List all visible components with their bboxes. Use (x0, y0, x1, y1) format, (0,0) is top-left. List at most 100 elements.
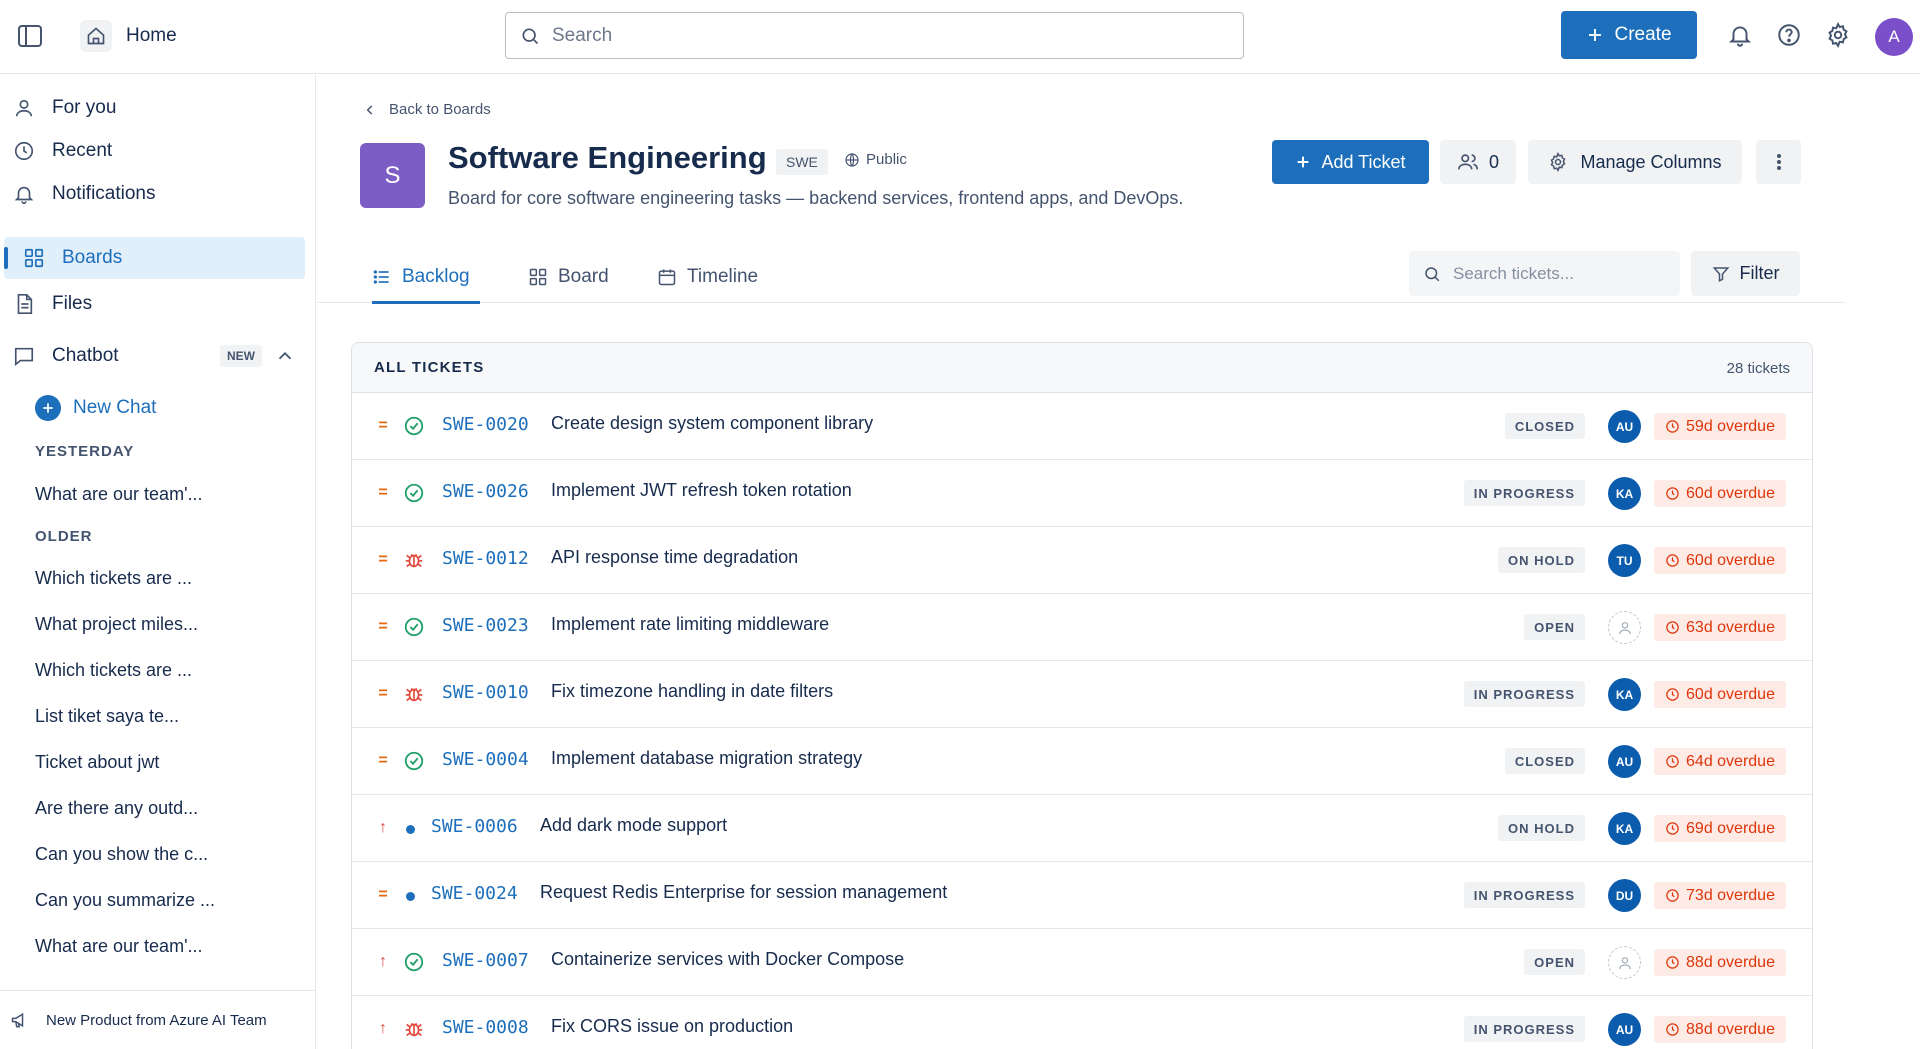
plus-icon (1589, 29, 1602, 41)
tab-timeline[interactable]: Timeline (657, 251, 758, 303)
filter-button[interactable]: Filter (1691, 251, 1800, 296)
more-options-icon[interactable] (1756, 140, 1801, 184)
sidebar-item-boards[interactable]: Boards (4, 237, 305, 279)
chat-history-item[interactable]: Ticket about jwt (35, 752, 159, 773)
unassigned-avatar-icon[interactable] (1608, 946, 1641, 979)
chat-history-item[interactable]: What are our team'... (35, 936, 203, 957)
assignee-avatar[interactable]: TU (1608, 544, 1641, 577)
status-badge[interactable]: IN PROGRESS (1463, 1016, 1585, 1042)
ticket-title[interactable]: Implement database migration strategy (551, 748, 862, 769)
search-input[interactable] (552, 24, 1202, 47)
chat-history-item[interactable]: Which tickets are ... (35, 568, 192, 589)
table-row[interactable]: = SWE-0012 API response time degradation ON… (352, 527, 1812, 594)
bell-icon (12, 182, 36, 206)
globe-icon (844, 152, 860, 168)
add-ticket-button[interactable]: Add Ticket (1272, 140, 1429, 184)
status-badge[interactable]: IN PROGRESS (1463, 882, 1585, 908)
table-row[interactable]: = SWE-0020 Create design system component … (352, 393, 1812, 460)
status-badge[interactable]: OPEN (1524, 949, 1585, 975)
status-badge[interactable]: CLOSED (1504, 413, 1585, 439)
ticket-key-link[interactable]: SWE-0024 (431, 883, 518, 904)
chat-history-item[interactable]: Which tickets are ... (35, 660, 192, 681)
ticket-search-input[interactable] (1453, 263, 1673, 284)
help-icon[interactable] (1774, 20, 1804, 50)
assignee-avatar[interactable]: AU (1608, 1013, 1641, 1046)
table-row[interactable]: ↑ SWE-0008 Fix CORS issue on production IN … (352, 996, 1812, 1049)
ticket-title[interactable]: Fix timezone handling in date filters (551, 681, 833, 702)
ticket-key-link[interactable]: SWE-0007 (442, 950, 529, 971)
ticket-title[interactable]: Containerize services with Docker Compos… (551, 949, 904, 970)
assignee-avatar[interactable]: AU (1608, 410, 1641, 443)
ticket-search[interactable] (1409, 251, 1680, 296)
chat-history-item[interactable]: Can you show the c... (35, 844, 208, 865)
tab-backlog[interactable]: Backlog (372, 251, 480, 304)
sidebar-item-recent[interactable]: Recent (12, 130, 304, 172)
board-description: Board for core software engineering task… (448, 188, 1184, 208)
members-button[interactable]: 0 (1440, 140, 1516, 184)
ticket-title[interactable]: Create design system component library (551, 413, 873, 434)
status-badge[interactable]: OPEN (1524, 614, 1585, 640)
back-to-boards-link[interactable]: Back to Boards (363, 101, 491, 118)
sidebar-toggle-icon[interactable] (16, 24, 44, 48)
table-row[interactable]: = SWE-0023 Implement rate limiting middlew… (352, 594, 1812, 661)
unassigned-avatar-icon[interactable] (1608, 611, 1641, 644)
chat-history-item[interactable]: List tiket saya te... (35, 706, 179, 727)
status-badge[interactable]: IN PROGRESS (1463, 480, 1585, 506)
table-row[interactable]: = SWE-0026 Implement JWT refresh token rot… (352, 460, 1812, 527)
table-row[interactable]: = SWE-0004 Implement database migration st… (352, 728, 1812, 795)
chevron-up-icon[interactable] (274, 345, 296, 367)
assignee-avatar[interactable]: KA (1608, 678, 1641, 711)
sidebar-item-files[interactable]: Files (12, 283, 304, 325)
chat-history-item[interactable]: Can you summarize ... (35, 890, 215, 911)
ticket-key-link[interactable]: SWE-0004 (442, 749, 529, 770)
status-badge[interactable]: ON HOLD (1498, 547, 1585, 573)
ticket-title[interactable]: Add dark mode support (540, 815, 727, 836)
clock-icon (1665, 419, 1680, 434)
board-icon (528, 267, 548, 287)
ticket-key-link[interactable]: SWE-0010 (442, 682, 529, 703)
table-row[interactable]: ↑ SWE-0006 Add dark mode support ON HOLD KA 6… (352, 795, 1812, 862)
ticket-title[interactable]: Fix CORS issue on production (551, 1016, 793, 1037)
manage-columns-button[interactable]: Manage Columns (1528, 140, 1742, 184)
ticket-key-link[interactable]: SWE-0023 (442, 615, 529, 636)
status-badge[interactable]: IN PROGRESS (1463, 681, 1585, 707)
table-row[interactable]: ↑ SWE-0007 Containerize services with Dock… (352, 929, 1812, 996)
ticket-key-link[interactable]: SWE-0026 (442, 481, 529, 502)
create-button[interactable]: Create (1561, 11, 1697, 59)
status-badge[interactable]: CLOSED (1504, 748, 1585, 774)
table-row[interactable]: = SWE-0010 Fix timezone handling in date f… (352, 661, 1812, 728)
search-icon (520, 26, 540, 46)
sidebar-item-label: Recent (52, 140, 113, 161)
home-button[interactable]: Home (80, 18, 177, 54)
table-row[interactable]: = SWE-0024 Request Redis Enterprise for se… (352, 862, 1812, 929)
new-chat-button[interactable]: New Chat (35, 395, 156, 421)
user-avatar[interactable]: A (1875, 18, 1913, 56)
global-search[interactable] (505, 12, 1244, 59)
ticket-title[interactable]: Implement rate limiting middleware (551, 614, 829, 635)
sidebar-item-notifications[interactable]: Notifications (12, 173, 304, 215)
ticket-key-link[interactable]: SWE-0012 (442, 548, 529, 569)
assignee-avatar[interactable]: DU (1608, 879, 1641, 912)
ticket-key-link[interactable]: SWE-0020 (442, 414, 529, 435)
tab-board[interactable]: Board (528, 251, 609, 303)
sidebar-item-chatbot[interactable]: Chatbot NEW (12, 335, 304, 377)
assignee-avatar[interactable]: AU (1608, 745, 1641, 778)
status-badge[interactable]: ON HOLD (1498, 815, 1585, 841)
priority-medium-icon: = (378, 886, 388, 903)
chat-history-item[interactable]: Are there any outd... (35, 798, 198, 819)
ticket-key-link[interactable]: SWE-0008 (442, 1017, 529, 1038)
bell-icon[interactable] (1725, 20, 1755, 50)
ticket-key-link[interactable]: SWE-0006 (431, 816, 518, 837)
assignee-avatar[interactable]: KA (1608, 477, 1641, 510)
ticket-title[interactable]: Implement JWT refresh token rotation (551, 480, 852, 501)
ticket-title[interactable]: API response time degradation (551, 547, 798, 568)
board-avatar: S (360, 143, 425, 208)
gear-icon[interactable] (1823, 20, 1853, 50)
assignee-avatar[interactable]: KA (1608, 812, 1641, 845)
chat-history-item[interactable]: What project miles... (35, 614, 198, 635)
sidebar-item-label: Chatbot (52, 345, 119, 366)
announcement-banner[interactable]: New Product from Azure AI Team (0, 990, 316, 1049)
sidebar-item-for-you[interactable]: For you (12, 87, 304, 129)
chat-history-item[interactable]: What are our team'... (35, 484, 203, 505)
ticket-title[interactable]: Request Redis Enterprise for session man… (540, 882, 947, 903)
